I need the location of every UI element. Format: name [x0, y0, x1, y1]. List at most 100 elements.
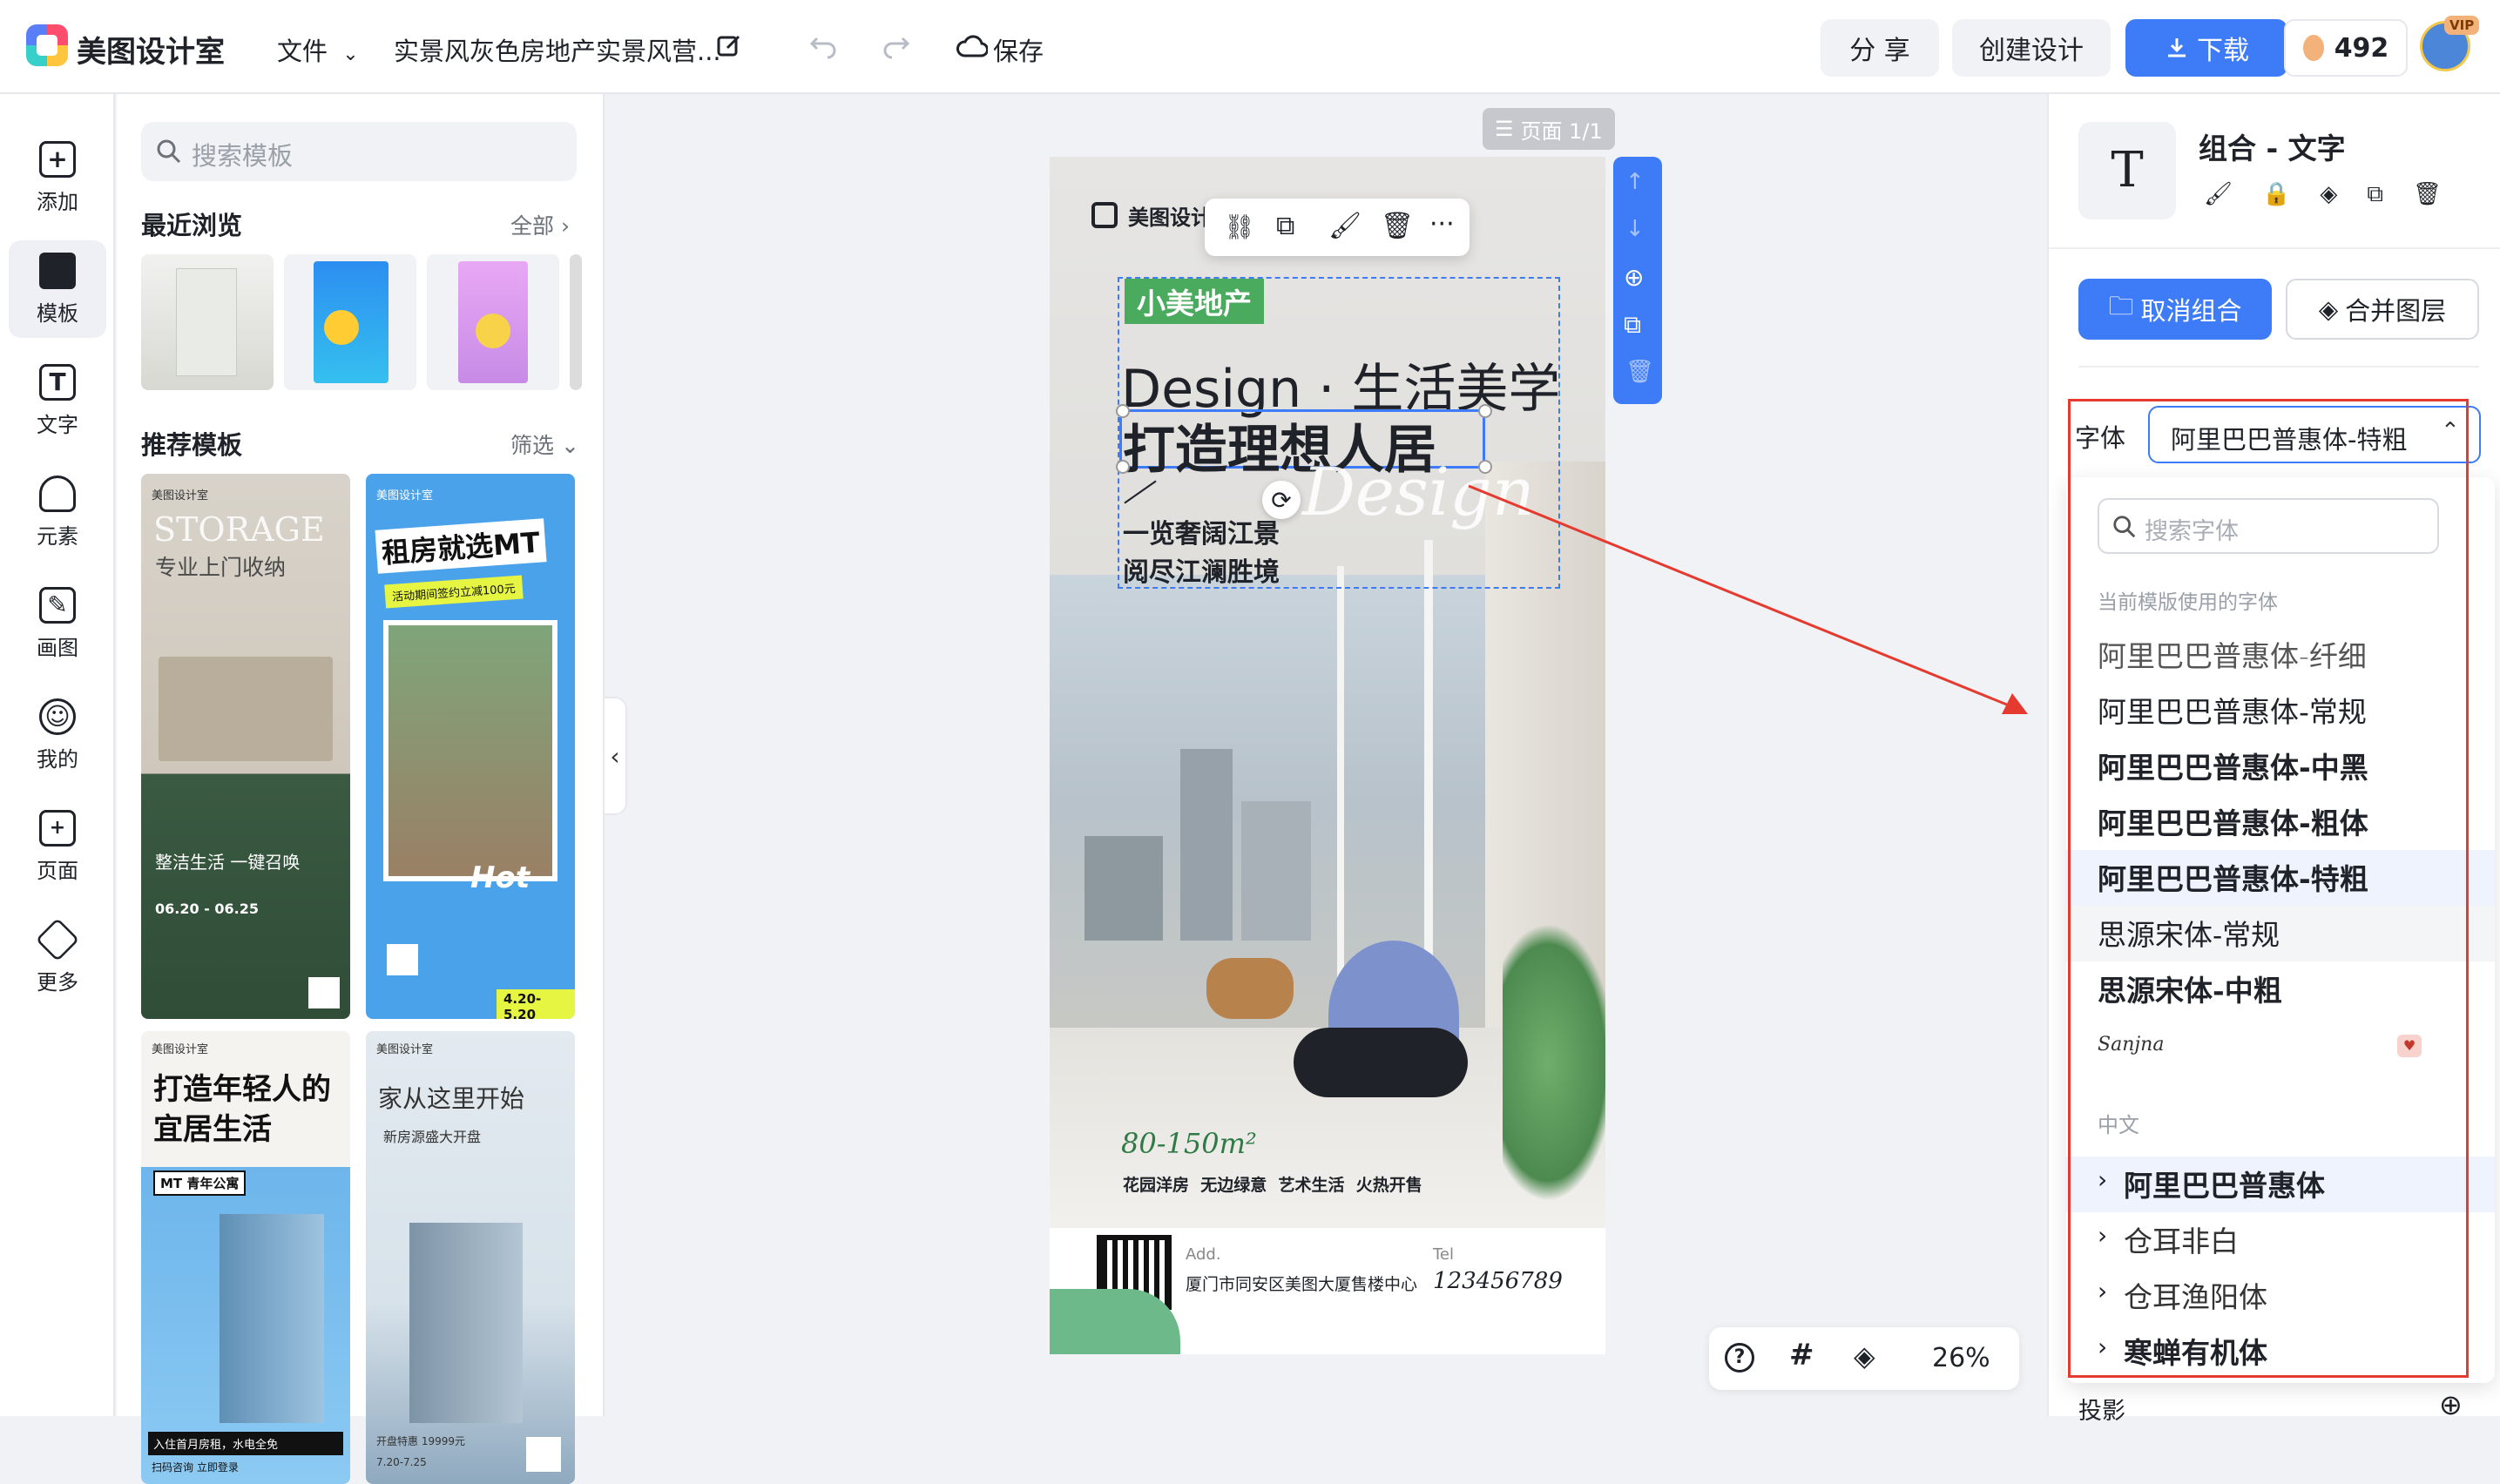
filter-dropdown[interactable]: 筛选 ⌄ [510, 428, 579, 460]
more-icon[interactable]: ··· [1429, 209, 1455, 239]
template-card-youth[interactable]: 美图设计室 打造年轻人的宜居生活 MT 青年公寓 入住首月房租，水电全免 扫码咨… [141, 1031, 350, 1484]
coins-balance[interactable]: 492 [2284, 19, 2408, 77]
rail-label: 元素 [37, 523, 78, 549]
template-card-home[interactable]: 美图设计室 家从这里开始 新房源盛大开盘 开盘特惠 19999元 7.20-7.… [366, 1031, 575, 1484]
template-card-rent[interactable]: 美图设计室 租房就选MT 活动期间签约立减100元 Hot 4.20-5.20 [366, 474, 575, 1019]
resize-handle[interactable] [1116, 404, 1130, 418]
trash-icon[interactable]: 🗑 [1381, 211, 1414, 241]
download-button[interactable]: 下载 [2125, 19, 2287, 77]
recent-thumb-1[interactable] [141, 254, 274, 390]
poster-slogan-a[interactable]: 一览奢阔江景 [1123, 512, 1280, 550]
zoom-toolbar: ? # ◈ 26% [1709, 1327, 2019, 1390]
address-value[interactable]: 厦门市同安区美图大厦售楼中心 [1186, 1272, 1417, 1295]
left-rail: + 添加 模板 T 文字 元素 ✎ 画图 ☺ 我的 + 页面 更多 [0, 94, 115, 1416]
poster-slogan-b[interactable]: 阅尽江澜胜境 [1123, 550, 1280, 589]
template-search-placeholder: 搜索模板 [192, 141, 294, 171]
rail-pages[interactable]: + 页面 [9, 798, 106, 895]
thumb-decor [476, 314, 510, 348]
app-name[interactable]: 美图设计室 [77, 28, 225, 71]
rail-add[interactable]: + 添加 [9, 129, 106, 226]
resize-handle[interactable] [1116, 460, 1130, 474]
rail-more[interactable]: 更多 [9, 909, 106, 1007]
page-indicator[interactable]: ☰ 页面 1/1 [1483, 108, 1615, 150]
duplicate-icon[interactable]: ⧉ [1276, 211, 1294, 241]
rail-elements[interactable]: 元素 [9, 463, 106, 561]
card-photo [159, 657, 333, 761]
redo-icon[interactable] [882, 33, 911, 59]
zoom-level[interactable]: 26% [1932, 1343, 1990, 1373]
rail-templates[interactable]: 模板 [9, 240, 106, 338]
save-button[interactable]: 保存 [993, 31, 1044, 68]
recent-thumb-2[interactable] [284, 254, 416, 390]
divider [2049, 247, 2500, 249]
ungroup-label: 取消组合 [2140, 296, 2242, 326]
template-panel: 搜索模板 最近浏览 全部 › 推荐模板 筛选 ⌄ 美图设计室 STORAGE 专… [117, 94, 605, 1484]
arrow-up-icon[interactable]: ↑ [1625, 169, 1645, 195]
card-headline: 租房就选MT [375, 518, 547, 574]
ungroup-button[interactable]: 🗀 取消组合 [2078, 279, 2272, 340]
add-page-icon[interactable]: ⊕ [1624, 263, 1644, 292]
recent-thumb-3[interactable] [427, 254, 559, 390]
filter-label: 筛选 [510, 433, 555, 458]
layers-icon[interactable]: ◈ [1854, 1339, 1875, 1373]
cloud-save-icon[interactable] [956, 33, 988, 61]
recent-all-link[interactable]: 全部 › [510, 209, 570, 240]
plus-icon: + [39, 140, 76, 178]
page-indicator-label: 页面 1/1 [1520, 118, 1603, 144]
rail-draw[interactable]: ✎ 画图 [9, 575, 106, 672]
collapse-panel-button[interactable]: ‹ [605, 697, 627, 815]
format-painter-icon[interactable]: 🖌 [2204, 181, 2262, 207]
help-icon[interactable]: ? [1725, 1343, 1754, 1373]
lock-icon[interactable]: 🔒 [2262, 181, 2320, 207]
card-brand: 美图设计室 [152, 1043, 209, 1056]
card-tag: 入住首月房租，水电全免 [148, 1432, 343, 1455]
template-card-storage[interactable]: 美图设计室 STORAGE 专业上门收纳 整洁生活 一键召唤 06.20 - 0… [141, 474, 350, 1019]
card-tag: Hot [470, 860, 530, 895]
merge-label: 合并图层 [2345, 296, 2447, 326]
resize-handle[interactable] [1478, 404, 1492, 418]
rail-text[interactable]: T 文字 [9, 352, 106, 449]
card-dates: 06.20 - 06.25 [155, 901, 259, 917]
rail-label: 模板 [37, 300, 78, 326]
rail-mine[interactable]: ☺ 我的 [9, 686, 106, 784]
poster-features[interactable]: 花园洋房 无边绿意 艺术生活 火热开售 [1123, 1172, 1422, 1196]
download-icon [2168, 38, 2186, 57]
tel-label: Tel [1433, 1245, 1455, 1264]
add-shadow-icon[interactable]: ⊕ [2439, 1388, 2463, 1421]
app-logo-icon[interactable] [26, 24, 68, 66]
link-icon[interactable]: ⛓ [1224, 212, 1255, 241]
delete-page-icon[interactable]: 🗑 [1625, 359, 1654, 385]
arrow-down-icon[interactable]: ↓ [1625, 216, 1645, 242]
window-frame [1337, 566, 1344, 1019]
design-canvas[interactable]: 美图设计室 ⛓ ⧉ 🖌 🗑 ··· 小美地产 Design · 生活美学 打造理… [1050, 157, 1605, 1354]
rail-label: 更多 [37, 969, 78, 995]
grid-icon[interactable]: # [1789, 1338, 1814, 1373]
merge-layers-button[interactable]: ◈ 合并图层 [2286, 279, 2479, 340]
undo-icon[interactable] [808, 33, 838, 59]
thumb-decor [324, 310, 359, 345]
document-title[interactable]: 实景风灰色房地产实景风营... [394, 31, 721, 68]
poster-area[interactable]: 80-150m² [1121, 1127, 1257, 1160]
file-menu[interactable]: 文件 ⌄ [277, 31, 359, 68]
format-painter-icon[interactable]: 🖌 [1328, 211, 1361, 241]
card-brand: 美图设计室 [152, 489, 209, 503]
recent-thumb-4[interactable] [570, 254, 582, 390]
file-menu-label: 文件 [277, 37, 328, 66]
rail-label: 页面 [37, 858, 78, 883]
canvas-side-toolbar: ↑ ↓ ⊕ ⧉ 🗑 [1613, 157, 1662, 404]
template-icon [39, 252, 76, 289]
create-design-button[interactable]: 创建设计 [1952, 19, 2111, 77]
building-shape [1180, 749, 1233, 941]
poster-tag[interactable]: 小美地产 [1125, 279, 1264, 324]
tel-value[interactable]: 123456789 [1433, 1268, 1563, 1294]
card-photo [383, 620, 557, 881]
recent-all-label: 全部 [510, 213, 555, 239]
bean-icon [2302, 35, 2324, 61]
duplicate-icon[interactable]: ⧉ [2367, 181, 2413, 207]
share-button[interactable]: 分 享 [1821, 19, 1939, 77]
edit-title-icon[interactable] [716, 33, 742, 59]
layers-icon[interactable]: ◈ [2320, 181, 2367, 207]
trash-icon[interactable]: 🗑 [2413, 181, 2471, 207]
template-search[interactable]: 搜索模板 [141, 122, 577, 181]
copy-page-icon[interactable]: ⧉ [1624, 310, 1641, 340]
